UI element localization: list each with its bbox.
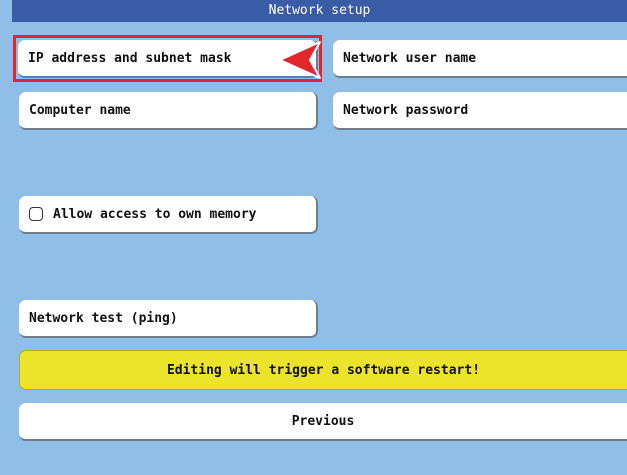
previous-button[interactable]: Previous (19, 403, 627, 441)
computer-name-label: Computer name (29, 102, 131, 118)
ip-address-button[interactable]: IP address and subnet mask (18, 40, 318, 78)
checkbox-icon[interactable] (29, 207, 43, 221)
network-password-label: Network password (343, 102, 469, 118)
network-password-button[interactable]: Network password (333, 92, 627, 130)
previous-label: Previous (291, 413, 355, 429)
network-user-name-button[interactable]: Network user name (333, 40, 627, 78)
network-test-button[interactable]: Network test (ping) (19, 300, 318, 338)
network-test-label: Network test (ping) (29, 310, 178, 326)
window-title: Network setup (12, 0, 627, 22)
ip-address-label: IP address and subnet mask (28, 50, 232, 66)
allow-access-toggle[interactable]: Allow access to own memory (19, 196, 318, 234)
allow-access-label: Allow access to own memory (53, 206, 257, 222)
computer-name-button[interactable]: Computer name (19, 92, 318, 130)
restart-warning-text: Editing will trigger a software restart! (166, 362, 481, 378)
restart-warning-banner: Editing will trigger a software restart! (19, 350, 627, 390)
network-user-name-label: Network user name (343, 50, 477, 66)
